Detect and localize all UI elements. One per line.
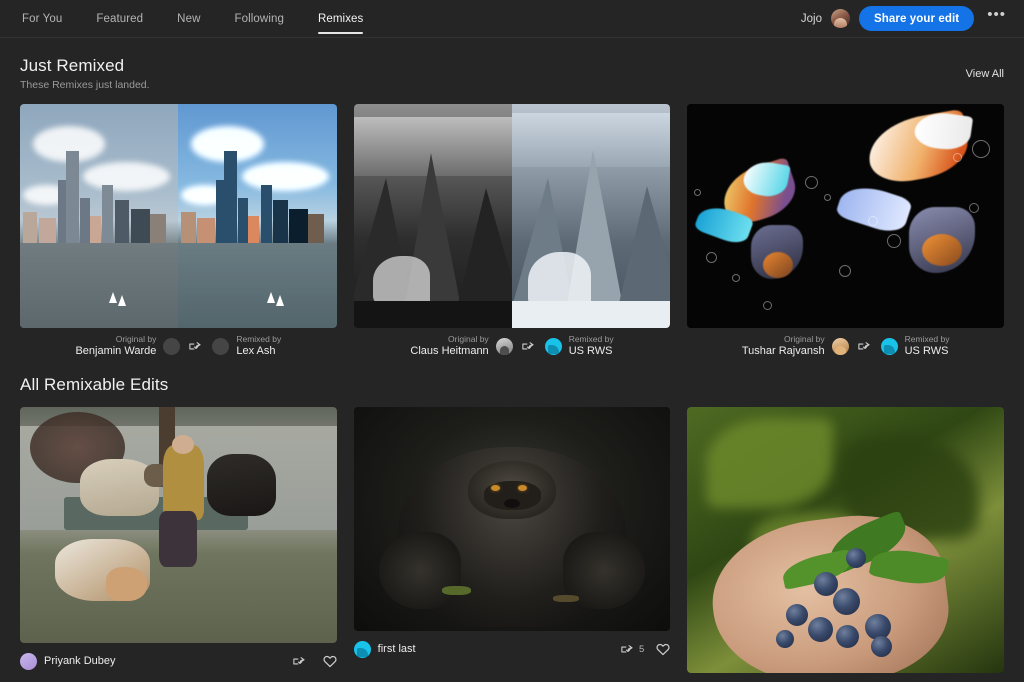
remixable-card: [687, 407, 1005, 682]
heart-icon[interactable]: [323, 655, 337, 668]
section-title: All Remixable Edits: [20, 375, 169, 394]
remixable-card: first last 5: [353, 407, 671, 682]
more-options-icon[interactable]: •••: [983, 7, 1010, 22]
card-footer: Priyank Dubey: [20, 651, 337, 671]
original-author-avatar[interactable]: [495, 337, 513, 355]
nav-tab-remixes[interactable]: Remixes: [301, 0, 380, 38]
remix-action[interactable]: 5: [621, 644, 644, 655]
section-header: All Remixable Edits: [20, 357, 1004, 395]
original-role-label: Original by: [448, 333, 489, 344]
original-role-label: Original by: [115, 333, 157, 344]
remix-card-thumbnail-mountains[interactable]: [353, 104, 671, 328]
section-header: Just Remixed These Remixes just landed. …: [20, 38, 1004, 91]
remix-author-avatar[interactable]: [544, 337, 562, 355]
nav-tab-label: For You: [22, 12, 63, 25]
remix-author-name: US RWS: [568, 344, 613, 357]
image-baby-gorilla: [353, 407, 671, 631]
remix-card: Original by Claus Heitmann Remixed by US: [353, 104, 671, 357]
card-actions: [293, 655, 337, 668]
nav-tab-label: Following: [234, 12, 284, 25]
remix-loop-icon[interactable]: [621, 644, 635, 655]
remix-count: 5: [639, 643, 645, 655]
remix-author[interactable]: Remixed by US RWS: [544, 333, 614, 357]
remix-role-label: Remixed by: [236, 333, 282, 344]
heart-icon[interactable]: [656, 643, 670, 656]
section-title: Just Remixed: [20, 56, 125, 75]
author-avatar[interactable]: [20, 652, 37, 670]
image-hand-holding-blueberries: [687, 407, 1005, 673]
remixable-card: Priyank Dubey: [20, 407, 337, 682]
nav-tab-list: For You Featured New Following Remixes: [18, 0, 380, 38]
remix-card-thumbnail-nyc[interactable]: [20, 104, 337, 328]
original-role-label: Original by: [783, 333, 825, 344]
top-right-controls: Jojo Share your edit •••: [801, 6, 1010, 31]
nav-tab-label: New: [177, 12, 201, 25]
share-your-edit-button[interactable]: Share your edit: [859, 6, 975, 31]
remix-card-grid: Original by Benjamin Warde Remixed by Le: [20, 104, 1005, 357]
original-author[interactable]: Original by Benjamin Warde: [75, 333, 181, 357]
image-after: [178, 104, 337, 328]
remix-action[interactable]: [293, 656, 311, 667]
remix-card: Original by Benjamin Warde Remixed by Le: [20, 104, 337, 357]
remix-author-name: US RWS: [904, 344, 949, 357]
original-author[interactable]: Original by Claus Heitmann: [410, 333, 513, 357]
username-label: Jojo: [800, 12, 823, 25]
image-woman-with-dogs: [20, 407, 337, 643]
remixable-card-thumbnail-dogs[interactable]: [20, 407, 337, 643]
card-footer: first last 5: [353, 639, 671, 659]
remixable-card-thumbnail-blueberries[interactable]: [687, 407, 1005, 673]
author-name: Priyank Dubey: [44, 655, 116, 667]
nav-tab-label: Remixes: [317, 12, 364, 25]
nav-tab-new[interactable]: New: [160, 0, 217, 38]
remix-attribution-row: Original by Claus Heitmann Remixed by US: [354, 333, 671, 357]
original-author-avatar[interactable]: [831, 337, 849, 355]
remix-author[interactable]: Remixed by US RWS: [880, 333, 950, 357]
nav-tab-for-you[interactable]: For You: [18, 0, 79, 38]
user-avatar[interactable]: [831, 9, 851, 28]
remix-loop-icon[interactable]: [189, 341, 203, 352]
original-author-name: Benjamin Warde: [75, 344, 157, 357]
remix-author-avatar[interactable]: [212, 337, 230, 355]
original-author-name: Claus Heitmann: [410, 344, 489, 357]
section-all-remixable-edits: All Remixable Edits Priyank Dubey first …: [0, 357, 1024, 682]
view-all-link[interactable]: View All: [966, 56, 1004, 80]
remix-attribution-row: Original by Tushar Rajvansh Remixed by U: [687, 333, 1004, 357]
remix-loop-icon[interactable]: [293, 656, 307, 667]
remix-role-label: Remixed by: [568, 333, 614, 344]
top-navigation-bar: For You Featured New Following Remixes J…: [0, 0, 1024, 38]
remix-attribution-row: Original by Benjamin Warde Remixed by Le: [20, 333, 337, 357]
original-author[interactable]: Original by Tushar Rajvansh: [741, 333, 849, 357]
nav-tab-following[interactable]: Following: [217, 0, 300, 38]
nav-tab-featured[interactable]: Featured: [79, 0, 160, 38]
card-actions: 5: [621, 643, 670, 656]
original-author-avatar[interactable]: [163, 337, 181, 355]
section-just-remixed: Just Remixed These Remixes just landed. …: [0, 38, 1024, 357]
remix-card-thumbnail-fish[interactable]: [687, 104, 1005, 328]
remix-author-avatar[interactable]: [880, 337, 898, 355]
author-name: first last: [377, 643, 416, 655]
remix-loop-icon[interactable]: [522, 341, 536, 352]
author-avatar[interactable]: [353, 640, 371, 658]
original-author-name: Tushar Rajvansh: [741, 344, 825, 357]
image-after: [512, 104, 671, 328]
image-before: [20, 104, 179, 328]
remix-loop-icon[interactable]: [857, 341, 872, 352]
remix-role-label: Remixed by: [904, 333, 950, 344]
nav-tab-label: Featured: [96, 12, 144, 25]
section-subtitle: These Remixes just landed.: [20, 79, 150, 91]
remix-author[interactable]: Remixed by Lex Ash: [212, 333, 282, 357]
remixable-card-thumbnail-gorilla[interactable]: [353, 407, 671, 631]
remix-author-name: Lex Ash: [236, 344, 276, 357]
image-betta-fish: [687, 104, 1005, 328]
remix-card: Original by Tushar Rajvansh Remixed by U: [687, 104, 1005, 357]
image-before: [353, 104, 512, 328]
remixable-card-grid: Priyank Dubey first last 5: [20, 407, 1005, 682]
